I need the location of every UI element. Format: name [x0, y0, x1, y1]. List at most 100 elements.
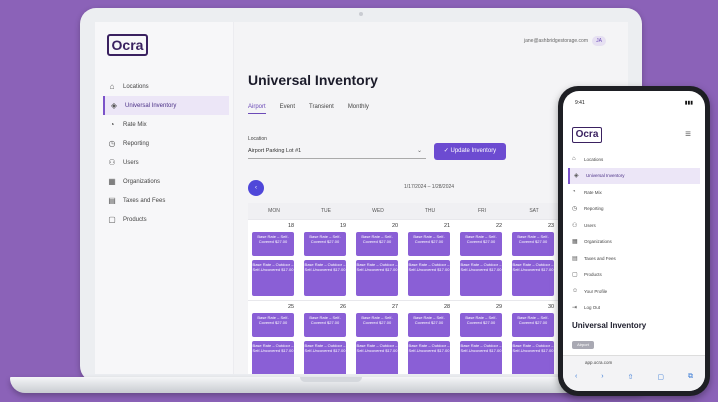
rate-cell[interactable]: Base Rate – Outdoor – Self-Uncovered $17… [356, 260, 398, 296]
rate-cell[interactable]: Base Rate – Self-Covered $27.00 [460, 313, 502, 337]
users-icon: ⚇ [572, 222, 578, 229]
sidebar-item-label: Reporting [123, 140, 150, 147]
rate-cell[interactable]: Base Rate – Outdoor – Self-Uncovered $17… [460, 341, 502, 374]
tab-airport[interactable]: Airport [248, 104, 266, 114]
rate-cell[interactable]: Base Rate – Outdoor – Self-Uncovered $17… [512, 260, 554, 296]
tab-transient[interactable]: Transient [309, 104, 334, 114]
phone-url[interactable]: app.ocra.com [585, 360, 612, 365]
rate-cell[interactable]: Base Rate – Outdoor – Self-Uncovered $17… [512, 341, 554, 374]
phone-nav-item[interactable]: ▢ Products [568, 267, 700, 284]
phone-nav-label: Your Profile [584, 288, 608, 294]
rate-cell[interactable]: Base Rate – Self-Covered $27.00 [408, 232, 450, 256]
hamburger-menu-icon[interactable]: ≡ [685, 129, 691, 140]
sidebar-item-products[interactable]: ▢ Products [103, 210, 229, 229]
rate-cell[interactable]: Base Rate – Self-Covered $27.00 [512, 232, 554, 256]
phone-nav-item[interactable]: ⇥ Log Out [568, 300, 700, 317]
rate-cell[interactable]: Base Rate – Outdoor – Self-Uncovered $17… [460, 260, 502, 296]
day-header: THU [424, 208, 436, 214]
tab-bar: Airport Event Transient Monthly [248, 104, 369, 114]
phone-nav-item[interactable]: ◔ Rate Mix [568, 184, 700, 201]
rate-cell[interactable]: Base Rate – Outdoor – Self-Uncovered $17… [408, 260, 450, 296]
rate-cell[interactable]: Base Rate – Outdoor – Self-Uncovered $17… [408, 341, 450, 374]
phone-tab-airport[interactable]: Airport [572, 341, 594, 349]
day-number: 30 [548, 304, 555, 310]
phone-nav: ⌂ Locations ◈ Universal Inventory ◔ Rate Mi… [568, 151, 700, 316]
phone-nav-label: Locations [584, 156, 604, 162]
day-header: TUE [321, 208, 331, 214]
user-menu[interactable]: jane@ashbridgestorage.com JA [524, 36, 606, 46]
laptop-base [10, 377, 650, 393]
location-label: Location [248, 136, 267, 142]
tabs-icon[interactable]: ⧉ [688, 373, 693, 381]
home-icon: ⌂ [572, 156, 576, 163]
sidebar-item-label: Rate Mix [123, 121, 147, 128]
tab-monthly[interactable]: Monthly [348, 104, 369, 114]
location-select[interactable]: Airport Parking Lot #1 ⌄ [248, 145, 426, 159]
logout-icon: ⇥ [572, 305, 578, 312]
tab-event[interactable]: Event [280, 104, 295, 114]
phone-nav-label: Rate Mix [584, 189, 602, 195]
sidebar-item-label: Universal Inventory [125, 102, 177, 109]
app-logo[interactable]: Ocra [107, 34, 148, 56]
rate-cell[interactable]: Base Rate – Outdoor – Self-Uncovered $17… [304, 260, 346, 296]
day-number: 26 [340, 304, 347, 310]
rate-cell[interactable]: Base Rate – Self-Covered $27.00 [304, 313, 346, 337]
update-inventory-button[interactable]: ✓ Update Inventory [434, 143, 506, 160]
rate-cell[interactable]: Base Rate – Self-Covered $27.00 [252, 313, 294, 337]
rate-cell[interactable]: Base Rate – Self-Covered $27.00 [408, 313, 450, 337]
inventory-icon: ◈ [574, 173, 579, 180]
phone-nav-item[interactable]: ▤ Taxes and Fees [568, 250, 700, 267]
phone-screen: 9:41 ▮▮▮ Ocra ≡ ⌂ Locations ◈ Universal In… [563, 91, 705, 391]
rate-cell[interactable]: Base Rate – Self-Covered $27.00 [460, 232, 502, 256]
sidebar-item-label: Products [123, 216, 147, 223]
phone-nav-item[interactable]: ▦ Organizations [568, 234, 700, 251]
rate-cell[interactable]: Base Rate – Outdoor – Self-Uncovered $17… [304, 341, 346, 374]
phone-nav-item[interactable]: ⚇ Users [568, 217, 700, 234]
phone-nav-label: Universal Inventory [586, 173, 625, 179]
phone-toolbar: ‹ › ⇧ ▢ ⧉ [563, 373, 705, 381]
rate-cell[interactable]: Base Rate – Self-Covered $27.00 [252, 232, 294, 256]
receipt-icon: ▤ [572, 255, 578, 262]
signal-icon: ▮▮▮ [684, 100, 693, 106]
users-icon: ⚇ [108, 158, 116, 167]
phone-app-logo[interactable]: Ocra [572, 127, 602, 143]
rate-cell[interactable]: Base Rate – Self-Covered $27.00 [356, 232, 398, 256]
sidebar-item-reporting[interactable]: ◷ Reporting [103, 134, 229, 153]
day-number: 18 [288, 223, 295, 229]
share-icon[interactable]: ⇧ [628, 373, 634, 381]
phone-nav-label: Taxes and Fees [584, 255, 616, 261]
sidebar-item-taxes-and-fees[interactable]: ▤ Taxes and Fees [103, 191, 229, 210]
box-icon: ▢ [108, 215, 116, 224]
sidebar-item-locations[interactable]: ⌂ Locations [103, 77, 229, 96]
rate-cell[interactable]: Base Rate – Self-Covered $27.00 [304, 232, 346, 256]
forward-icon[interactable]: › [601, 373, 603, 381]
laptop-notch [300, 377, 362, 382]
rate-cell[interactable]: Base Rate – Outdoor – Self-Uncovered $17… [252, 260, 294, 296]
rate-cell[interactable]: Base Rate – Outdoor – Self-Uncovered $17… [356, 341, 398, 374]
phone-nav-item[interactable]: ☺ Your Profile [568, 283, 700, 300]
day-number: 22 [496, 223, 503, 229]
phone-frame: 9:41 ▮▮▮ Ocra ≡ ⌂ Locations ◈ Universal In… [558, 86, 710, 396]
rate-cell[interactable]: Base Rate – Self-Covered $27.00 [512, 313, 554, 337]
bookmarks-icon[interactable]: ▢ [657, 373, 664, 381]
rate-cell[interactable]: Base Rate – Outdoor – Self-Uncovered $17… [252, 341, 294, 374]
day-header: FRI [477, 208, 487, 214]
back-icon[interactable]: ‹ [575, 373, 577, 381]
sidebar-nav: ⌂ Locations ◈ Universal Inventory ◔ Rate Mi… [103, 77, 229, 229]
phone-nav-item[interactable]: ◈ Universal Inventory [568, 167, 700, 184]
day-number: 23 [548, 223, 555, 229]
prev-week-button[interactable]: ‹ [248, 180, 264, 196]
avatar[interactable]: JA [592, 36, 606, 46]
sidebar-item-universal-inventory[interactable]: ◈ Universal Inventory [103, 96, 229, 115]
phone-nav-item[interactable]: ⌂ Locations [568, 151, 700, 168]
day-number: 19 [340, 223, 347, 229]
sidebar-item-rate-mix[interactable]: ◔ Rate Mix [103, 115, 229, 134]
sidebar-item-users[interactable]: ⚇ Users [103, 153, 229, 172]
sidebar-item-organizations[interactable]: ▦ Organizations [103, 172, 229, 191]
rate-cell[interactable]: Base Rate – Self-Covered $27.00 [356, 313, 398, 337]
phone-nav-item[interactable]: ◷ Reporting [568, 201, 700, 218]
phone-nav-label: Users [584, 222, 596, 228]
report-icon: ◷ [572, 206, 578, 213]
chevron-down-icon: ⌄ [416, 148, 422, 154]
page-title: Universal Inventory [248, 72, 378, 88]
